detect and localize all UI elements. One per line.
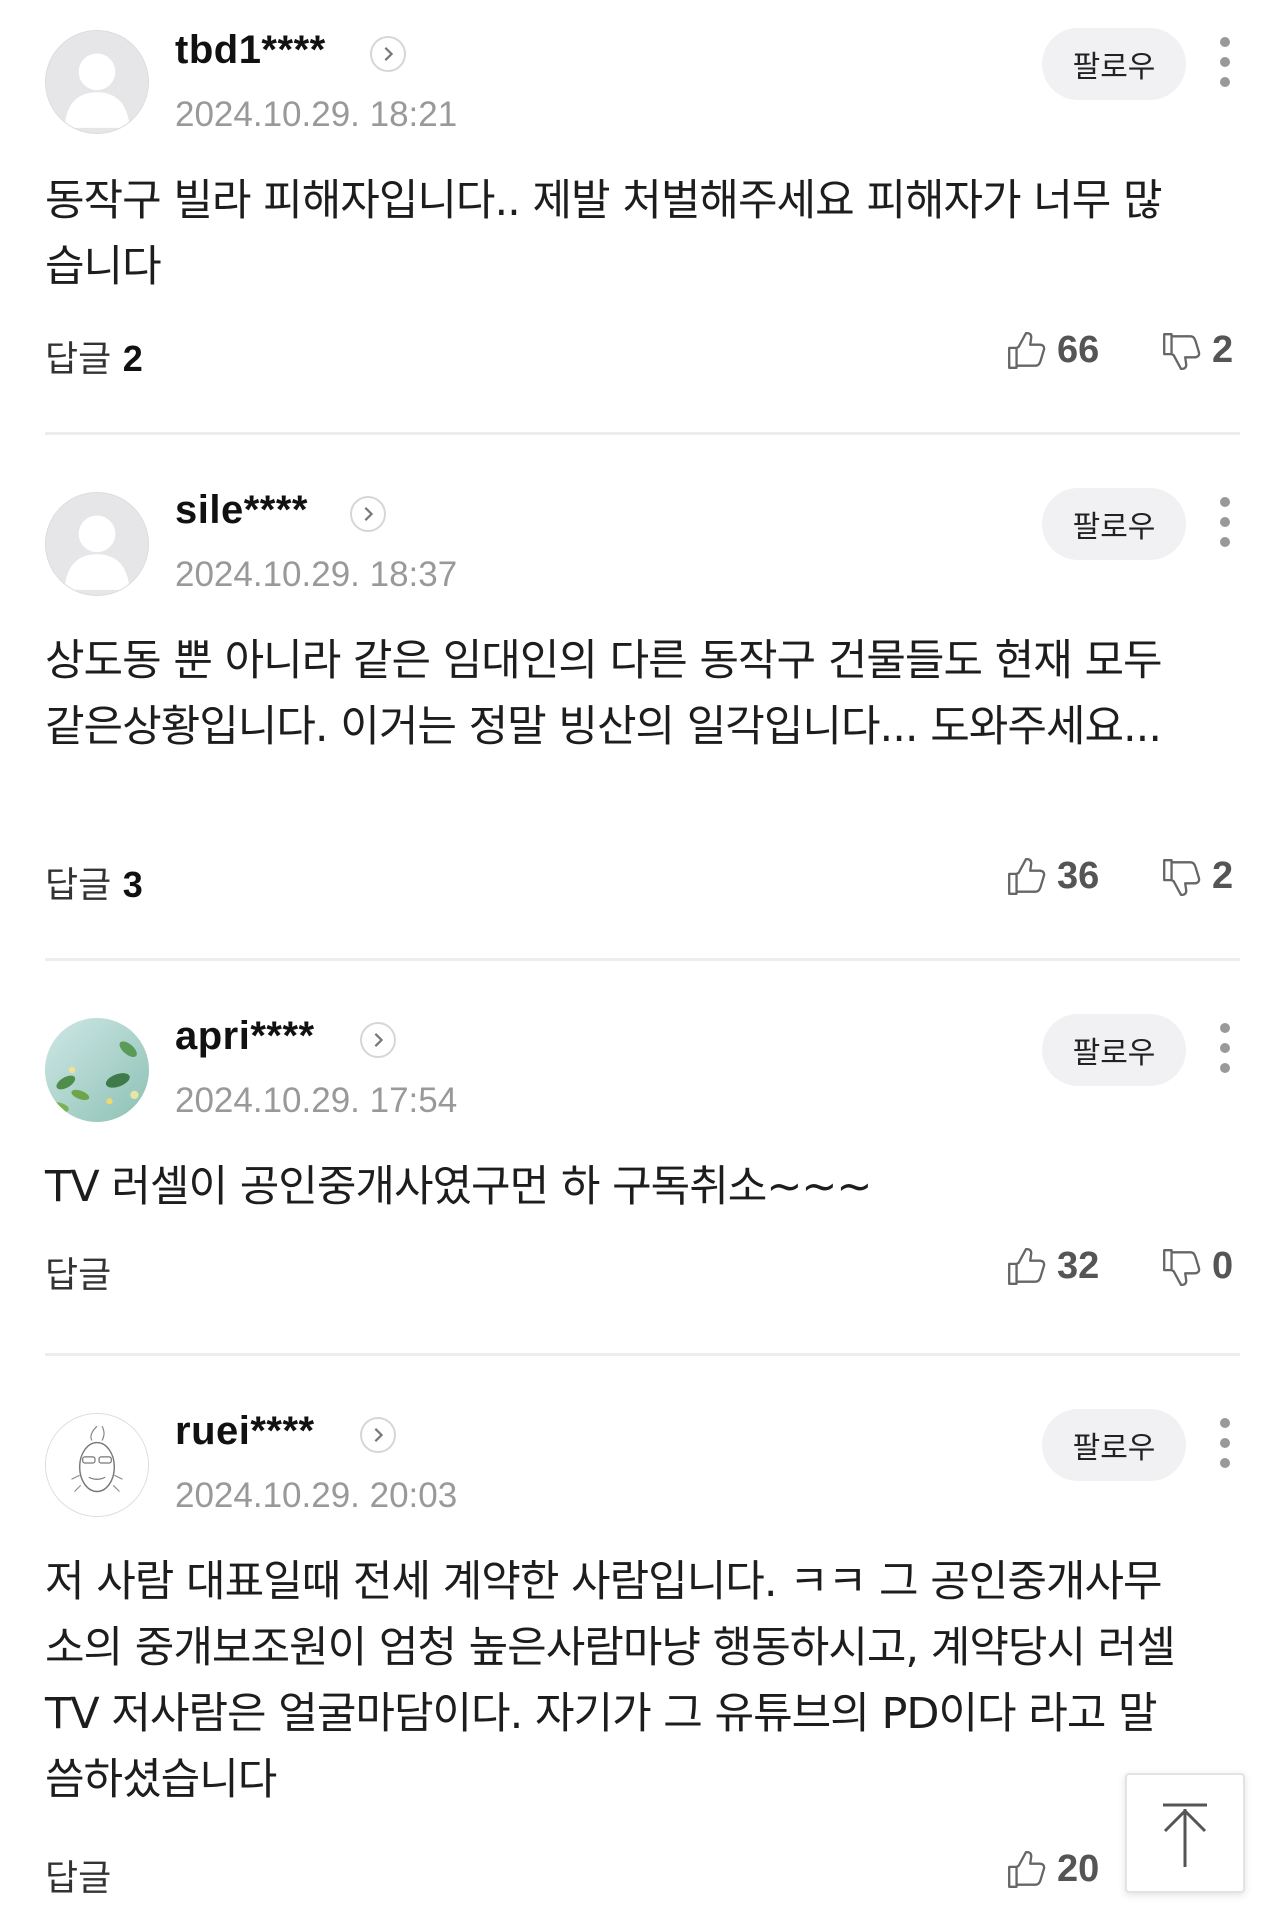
reply-button[interactable]: 답글 [45,1849,111,1901]
username[interactable]: tbd1**** [175,28,326,73]
reply-button[interactable]: 답글 3 [45,856,143,908]
username[interactable]: sile**** [175,488,308,533]
follow-button[interactable]: 팔로우 [1042,1409,1186,1481]
avatar[interactable] [45,1413,149,1517]
reply-label: 답글 [45,865,112,906]
divider [45,1353,1240,1356]
arrow-up-icon [1163,1803,1207,1867]
timestamp: 2024.10.29. 20:03 [175,1476,458,1515]
comment-text: 동작구 빌라 피해자입니다.. 제발 처벌해주세요 피해자가 너무 많습니다 [45,176,1163,292]
dislike-button[interactable]: 2 [1160,329,1233,372]
comment-text: TV 러셀이 공인중개사였구먼 하 구독취소~~~ [45,1162,872,1212]
dislike-count: 2 [1212,329,1234,371]
leaves-photo-avatar [45,1018,149,1122]
more-vertical-icon[interactable] [1212,494,1238,550]
like-count: 36 [1057,855,1100,897]
reply-button[interactable]: 답글 [45,1246,111,1298]
like-button[interactable]: 66 [1005,329,1099,372]
scroll-top-button[interactable] [1125,1773,1245,1893]
username[interactable]: apri**** [175,1014,315,1059]
dislike-button[interactable]: 0 [1160,1245,1233,1288]
chevron-right-icon[interactable] [360,1417,396,1453]
thumbs-down-icon [1163,332,1201,370]
comment-text: 저 사람 대표일때 전세 계약한 사람입니다. ㅋㅋ 그 공인중개사무소의 중개… [45,1557,1176,1805]
default-avatar-icon [46,31,148,133]
doodle-face-avatar [46,1414,148,1516]
timestamp: 2024.10.29. 18:37 [175,555,458,594]
like-button[interactable]: 20 [1005,1848,1099,1891]
dislike-count: 2 [1212,855,1234,897]
reply-button[interactable]: 답글 2 [45,330,143,382]
reply-count: 2 [122,338,143,379]
like-button[interactable]: 32 [1005,1245,1099,1288]
follow-button[interactable]: 팔로우 [1042,1014,1186,1086]
like-count: 20 [1057,1848,1100,1890]
divider [45,958,1240,961]
like-count: 32 [1057,1245,1100,1287]
reply-label: 답글 [45,1255,112,1296]
thumbs-up-icon [1008,331,1046,369]
timestamp: 2024.10.29. 17:54 [175,1081,458,1120]
more-vertical-icon[interactable] [1212,1020,1238,1076]
more-vertical-icon[interactable] [1212,1415,1238,1471]
dislike-count: 0 [1212,1245,1234,1287]
avatar[interactable] [45,492,149,596]
like-button[interactable]: 36 [1005,855,1099,898]
reply-label: 답글 [45,1858,112,1899]
follow-button[interactable]: 팔로우 [1042,488,1186,560]
follow-button[interactable]: 팔로우 [1042,28,1186,100]
chevron-right-icon[interactable] [350,496,386,532]
comment-text: 상도동 뿐 아니라 같은 임대인의 다른 동작구 건물들도 현재 모두 같은상황… [45,636,1163,752]
reply-count: 3 [122,864,143,905]
avatar[interactable] [45,1018,149,1122]
thumbs-up-icon [1008,1247,1046,1285]
chevron-right-icon[interactable] [360,1022,396,1058]
divider [45,432,1240,435]
default-avatar-icon [46,493,148,595]
timestamp: 2024.10.29. 18:21 [175,95,458,134]
like-count: 66 [1057,329,1100,371]
thumbs-up-icon [1008,857,1046,895]
avatar[interactable] [45,30,149,134]
reply-label: 답글 [45,339,112,380]
dislike-button[interactable]: 2 [1160,855,1233,898]
thumbs-up-icon [1008,1850,1046,1888]
more-vertical-icon[interactable] [1212,34,1238,90]
thumbs-down-icon [1163,858,1201,896]
chevron-right-icon[interactable] [370,36,406,72]
username[interactable]: ruei**** [175,1409,315,1454]
thumbs-down-icon [1163,1248,1201,1286]
